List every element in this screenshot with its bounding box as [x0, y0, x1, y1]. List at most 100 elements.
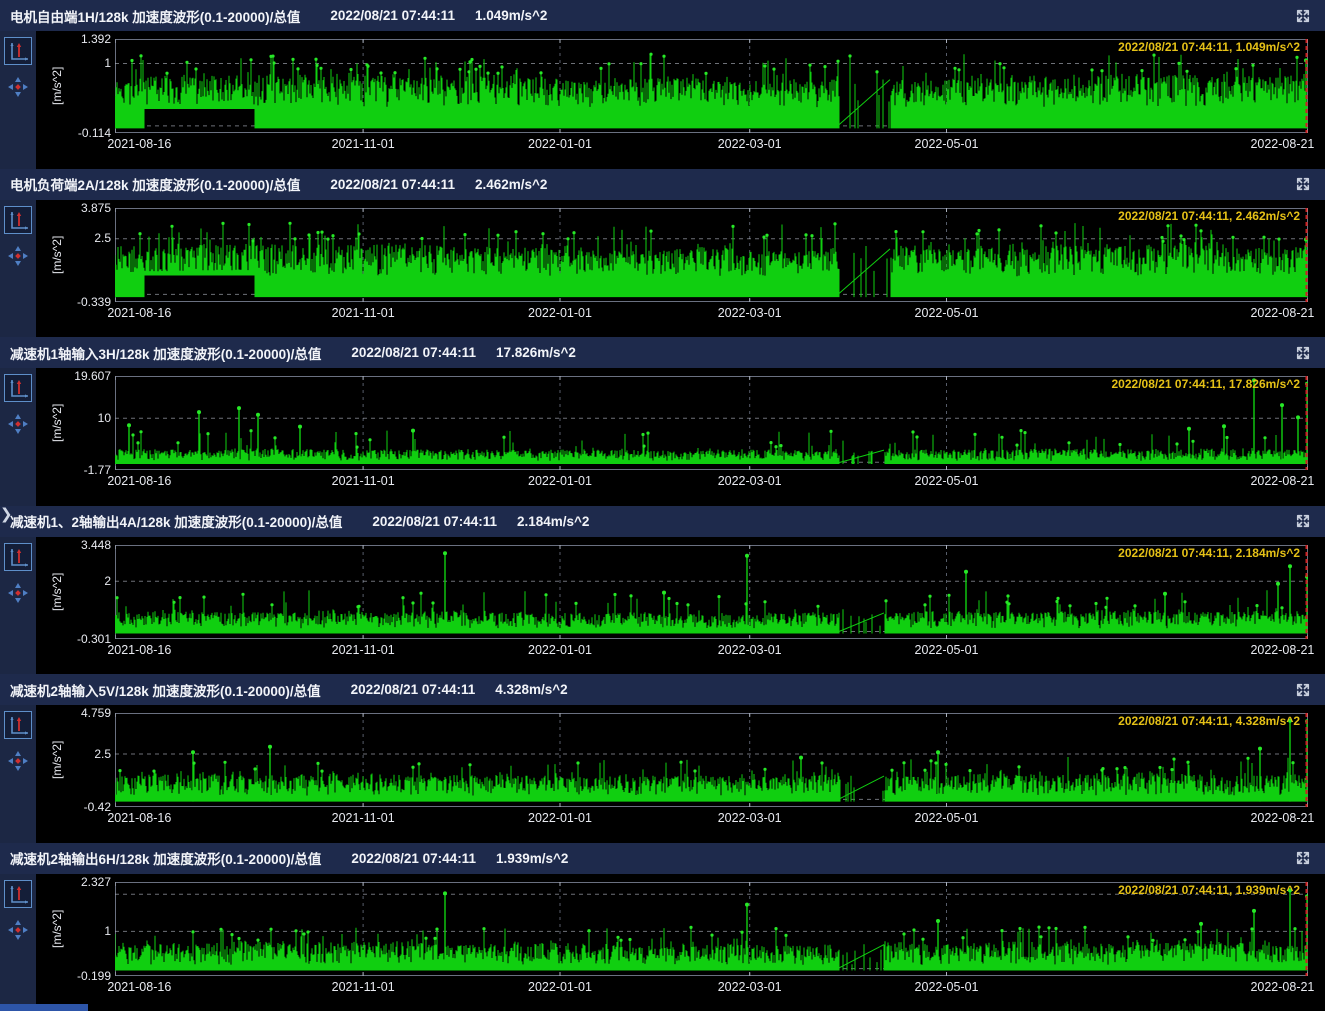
panel-toolbar: [0, 537, 36, 675]
autoscale-axes-icon[interactable]: [4, 374, 32, 402]
panel-timestamp: 2022/08/21 07:44:11: [330, 177, 455, 192]
pan-move-icon[interactable]: [4, 410, 32, 438]
x-tick-label: 2022-01-01: [528, 643, 592, 657]
panel-titlebar: 减速机2轴输出6H/128k 加速度波形(0.1-20000)/总值 2022/…: [0, 843, 1325, 874]
x-tick-label: 2021-11-01: [332, 811, 395, 825]
y-tick-mid: 1: [104, 56, 111, 70]
chart-panel: 电机负荷端2A/128k 加速度波形(0.1-20000)/总值 2022/08…: [0, 169, 1325, 338]
x-tick-label: 2022-01-01: [528, 474, 592, 488]
panel-latest-value: 2.184m/s^2: [517, 514, 589, 529]
x-tick-label: 2022-08-21: [1250, 137, 1314, 151]
cursor-annotation: 2022/08/21 07:44:11, 1.049m/s^2: [1118, 40, 1300, 54]
autoscale-axes-icon[interactable]: [4, 880, 32, 908]
trend-dashboard: 电机自由端1H/128k 加速度波形(0.1-20000)/总值 2022/08…: [0, 0, 1325, 1011]
x-tick-label: 2022-08-21: [1250, 474, 1314, 488]
y-axis-unit-label: [m/s^2]: [50, 713, 64, 807]
y-tick-min: -0.301: [77, 632, 111, 646]
panel-body: [m/s^2] 3.448 2 -0.301 2022/08/21 07:44:…: [0, 537, 1325, 675]
panel-title: 减速机1、2轴输出4A/128k 加速度波形(0.1-20000)/总值: [10, 511, 342, 531]
autoscale-axes-icon[interactable]: [4, 543, 32, 571]
chart-panel: 减速机1、2轴输出4A/128k 加速度波形(0.1-20000)/总值 202…: [0, 506, 1325, 675]
x-tick-label: 2022-01-01: [528, 811, 592, 825]
chart-area: [m/s^2] 1.392 1 -0.114 2022/08/21 07:44:…: [36, 31, 1325, 169]
panel-timestamp: 2022/08/21 07:44:11: [372, 514, 497, 529]
panel-latest-value: 1.939m/s^2: [496, 851, 568, 866]
x-tick-label: 2021-11-01: [332, 137, 395, 151]
panel-latest-value: 2.462m/s^2: [475, 177, 547, 192]
panel-stack: 电机自由端1H/128k 加速度波形(0.1-20000)/总值 2022/08…: [0, 0, 1325, 1011]
x-tick-label: 2022-05-01: [915, 980, 979, 994]
maximize-icon[interactable]: [1293, 343, 1313, 363]
x-tick-label: 2021-08-16: [107, 811, 171, 825]
autoscale-axes-icon[interactable]: [4, 37, 32, 65]
panel-toolbar: [0, 368, 36, 506]
pan-move-icon[interactable]: [4, 916, 32, 944]
x-tick-label: 2022-08-21: [1250, 306, 1314, 320]
panel-toolbar: [0, 705, 36, 843]
y-tick-mid: 1: [104, 924, 111, 938]
trend-plot[interactable]: 2022/08/21 07:44:11, 4.328m/s^2: [115, 713, 1308, 807]
panel-toolbar: [0, 874, 36, 1011]
pan-move-icon[interactable]: [4, 242, 32, 270]
maximize-icon[interactable]: [1293, 174, 1313, 194]
pan-move-icon[interactable]: [4, 579, 32, 607]
sidebar-expand-chevron-icon[interactable]: ❯: [0, 505, 12, 525]
chart-panel: 减速机1轴输入3H/128k 加速度波形(0.1-20000)/总值 2022/…: [0, 337, 1325, 506]
x-tick-label: 2021-08-16: [107, 137, 171, 151]
pan-move-icon[interactable]: [4, 747, 32, 775]
maximize-icon[interactable]: [1293, 6, 1313, 26]
autoscale-axes-icon[interactable]: [4, 711, 32, 739]
cursor-annotation: 2022/08/21 07:44:11, 4.328m/s^2: [1118, 714, 1300, 728]
autoscale-axes-icon[interactable]: [4, 206, 32, 234]
panel-timestamp: 2022/08/21 07:44:11: [330, 8, 455, 23]
y-tick-min: -0.339: [77, 295, 111, 309]
x-tick-label: 2022-08-21: [1250, 643, 1314, 657]
x-axis-labels: 2021-08-162021-11-012022-01-012022-03-01…: [115, 474, 1308, 490]
panel-titlebar: 减速机2轴输入5V/128k 加速度波形(0.1-20000)/总值 2022/…: [0, 674, 1325, 705]
trend-plot[interactable]: 2022/08/21 07:44:11, 1.049m/s^2: [115, 39, 1308, 133]
x-tick-label: 2021-11-01: [332, 306, 395, 320]
maximize-icon[interactable]: [1293, 680, 1313, 700]
y-axis-unit-label: [m/s^2]: [50, 882, 64, 976]
panel-timestamp: 2022/08/21 07:44:11: [351, 851, 476, 866]
x-tick-label: 2022-03-01: [718, 474, 782, 488]
x-tick-label: 2022-05-01: [915, 474, 979, 488]
x-tick-label: 2022-03-01: [718, 980, 782, 994]
y-tick-max: 1.392: [81, 32, 111, 46]
panel-timestamp: 2022/08/21 07:44:11: [351, 345, 476, 360]
chart-panel: 电机自由端1H/128k 加速度波形(0.1-20000)/总值 2022/08…: [0, 0, 1325, 169]
maximize-icon[interactable]: [1293, 511, 1313, 531]
panel-title: 减速机2轴输入5V/128k 加速度波形(0.1-20000)/总值: [10, 680, 321, 700]
panel-titlebar: 电机自由端1H/128k 加速度波形(0.1-20000)/总值 2022/08…: [0, 0, 1325, 31]
chart-area: [m/s^2] 4.759 2.5 -0.42 2022/08/21 07:44…: [36, 705, 1325, 843]
pan-move-icon[interactable]: [4, 73, 32, 101]
panel-titlebar: 减速机1、2轴输出4A/128k 加速度波形(0.1-20000)/总值 202…: [0, 506, 1325, 537]
chart-area: [m/s^2] 2.327 1 -0.199 2022/08/21 07:44:…: [36, 874, 1325, 1011]
panel-title: 减速机1轴输入3H/128k 加速度波形(0.1-20000)/总值: [10, 343, 321, 363]
panel-body: [m/s^2] 19.607 10 -1.77 2022/08/21 07:44…: [0, 368, 1325, 506]
y-tick-max: 2.327: [81, 875, 111, 889]
y-tick-mid: 2.5: [94, 747, 111, 761]
x-tick-label: 2022-03-01: [718, 137, 782, 151]
x-tick-label: 2022-03-01: [718, 306, 782, 320]
x-tick-label: 2022-05-01: [915, 811, 979, 825]
trend-plot[interactable]: 2022/08/21 07:44:11, 1.939m/s^2: [115, 882, 1308, 976]
y-tick-min: -0.114: [78, 126, 111, 140]
x-tick-label: 2022-05-01: [915, 137, 979, 151]
panel-toolbar: [0, 200, 36, 338]
panel-title: 电机负荷端2A/128k 加速度波形(0.1-20000)/总值: [10, 174, 300, 194]
x-tick-label: 2021-11-01: [332, 643, 395, 657]
trend-plot[interactable]: 2022/08/21 07:44:11, 2.462m/s^2: [115, 208, 1308, 302]
trend-plot[interactable]: 2022/08/21 07:44:11, 2.184m/s^2: [115, 545, 1308, 639]
horizontal-scrollbar-thumb[interactable]: [0, 1004, 88, 1011]
panel-body: [m/s^2] 1.392 1 -0.114 2022/08/21 07:44:…: [0, 31, 1325, 169]
maximize-icon[interactable]: [1293, 848, 1313, 868]
x-tick-label: 2022-08-21: [1250, 980, 1314, 994]
panel-timestamp: 2022/08/21 07:44:11: [351, 682, 476, 697]
chart-panel: 减速机2轴输出6H/128k 加速度波形(0.1-20000)/总值 2022/…: [0, 843, 1325, 1011]
chart-area: [m/s^2] 3.875 2.5 -0.339 2022/08/21 07:4…: [36, 200, 1325, 338]
y-axis-unit-label: [m/s^2]: [50, 545, 64, 639]
trend-plot[interactable]: 2022/08/21 07:44:11, 17.826m/s^2: [115, 376, 1308, 470]
x-tick-label: 2022-08-21: [1250, 811, 1314, 825]
panel-title: 电机自由端1H/128k 加速度波形(0.1-20000)/总值: [10, 6, 300, 26]
